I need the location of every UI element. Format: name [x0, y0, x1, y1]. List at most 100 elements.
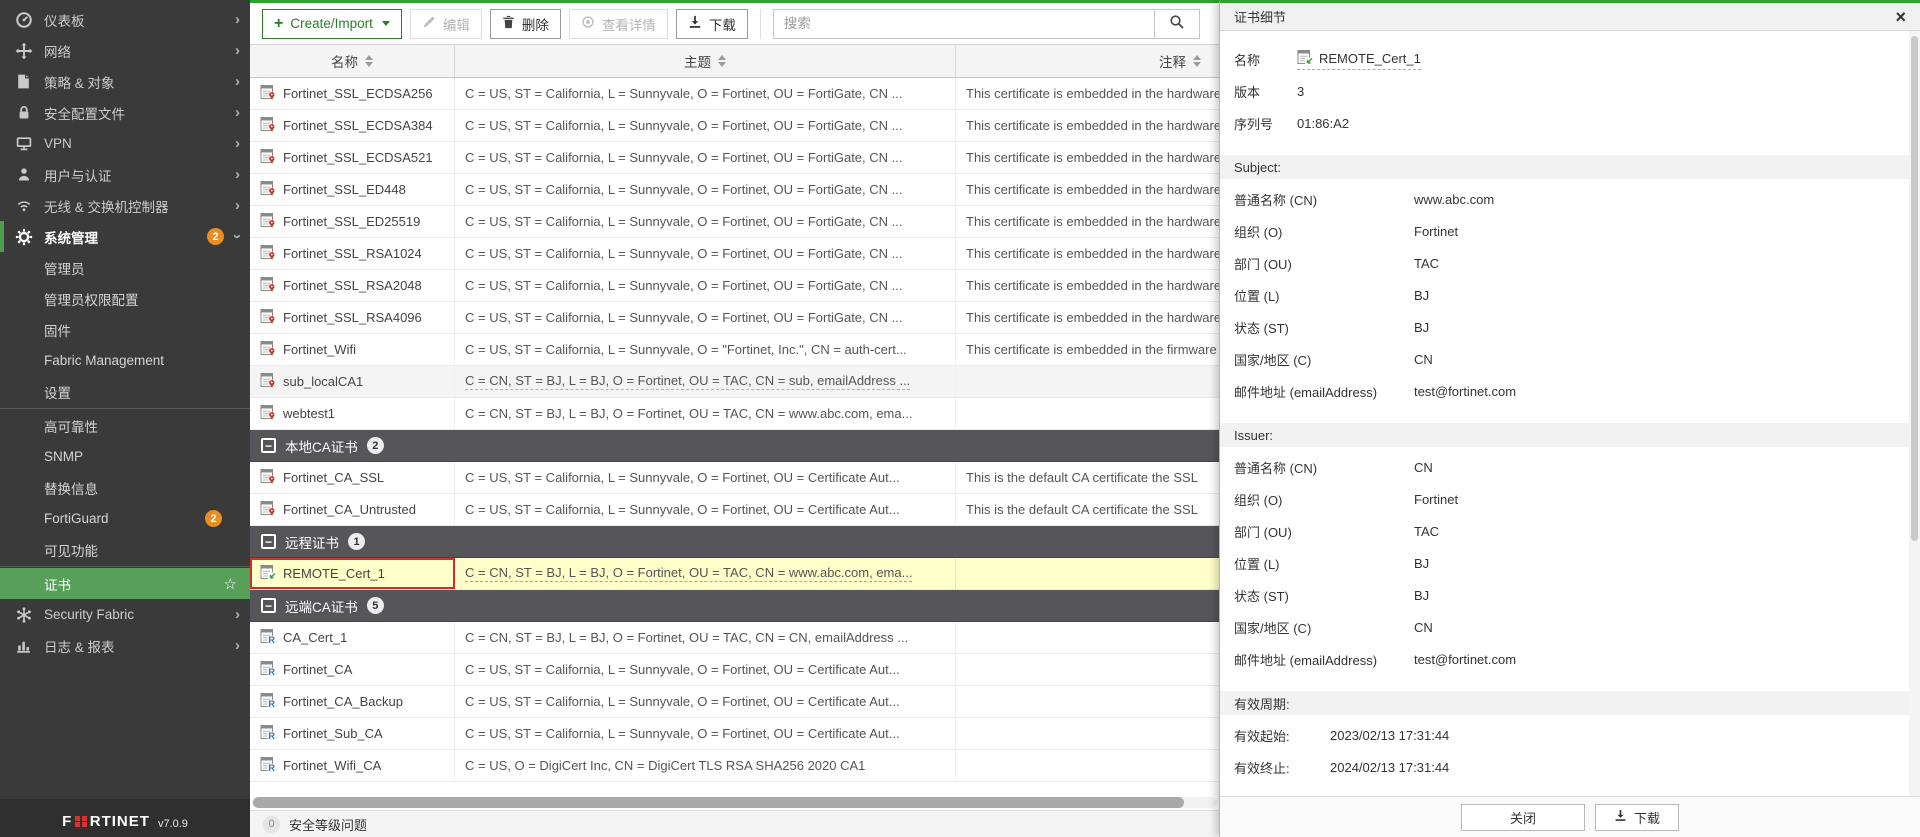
sidebar-item-可见功能[interactable]: 可见功能 — [0, 534, 250, 565]
sidebar-item-Fabric Management[interactable]: Fabric Management — [0, 345, 250, 376]
cert-subject-cell[interactable]: C = US, ST = California, L = Sunnyvale, … — [455, 302, 956, 333]
delete-button[interactable]: 删除 — [490, 9, 561, 39]
vertical-scrollbar[interactable] — [1909, 31, 1920, 796]
cert-subject-cell[interactable]: C = US, ST = California, L = Sunnyvale, … — [455, 462, 956, 493]
horizontal-scrollbar-thumb[interactable] — [253, 797, 1184, 808]
search-input[interactable] — [773, 9, 1155, 39]
cert-comment-cell[interactable] — [956, 750, 1219, 781]
cert-name-cell[interactable]: Fortinet_CA_Untrusted — [250, 494, 455, 525]
cert-comment-cell[interactable] — [956, 622, 1219, 653]
column-header-name[interactable]: 名称 — [250, 45, 455, 77]
cert-subject-cell[interactable]: C = US, ST = California, L = Sunnyvale, … — [455, 334, 956, 365]
collapse-minus-icon[interactable]: − — [261, 534, 276, 549]
collapse-minus-icon[interactable]: − — [261, 598, 276, 613]
sidebar-item-管理员权限配置[interactable]: 管理员权限配置 — [0, 283, 250, 314]
sidebar-item-系统管理[interactable]: 系统管理2› — [0, 221, 250, 252]
cert-comment-cell[interactable] — [956, 718, 1219, 749]
cert-name-cell[interactable]: Fortinet_Wifi — [250, 334, 455, 365]
cert-subject-cell[interactable]: C = CN, ST = BJ, L = BJ, O = Fortinet, O… — [455, 398, 956, 429]
security-rating-label[interactable]: 安全等级问题 — [289, 815, 367, 834]
cert-subject-cell[interactable]: C = US, ST = California, L = Sunnyvale, … — [455, 110, 956, 141]
cert-subject-cell[interactable]: C = US, O = DigiCert Inc, CN = DigiCert … — [455, 750, 956, 781]
view-details-button[interactable]: 查看详情 — [569, 9, 668, 39]
cert-name-cell[interactable]: Fortinet_SSL_RSA4096 — [250, 302, 455, 333]
cert-name-cell[interactable]: Fortinet_SSL_ED25519 — [250, 206, 455, 237]
table-row[interactable]: Fortinet_SSL_RSA4096C = US, ST = Califor… — [250, 302, 1219, 334]
column-header-subject[interactable]: 主题 — [455, 45, 956, 77]
table-row[interactable]: RCA_Cert_1C = CN, ST = BJ, L = BJ, O = F… — [250, 622, 1219, 654]
table-row[interactable]: Fortinet_WifiC = US, ST = California, L … — [250, 334, 1219, 366]
table-row[interactable]: webtest1C = CN, ST = BJ, L = BJ, O = For… — [250, 398, 1219, 430]
cert-subject-cell[interactable]: C = US, ST = California, L = Sunnyvale, … — [455, 686, 956, 717]
cert-subject-cell[interactable]: C = US, ST = California, L = Sunnyvale, … — [455, 78, 956, 109]
cert-comment-cell[interactable]: This certificate is embedded in the firm… — [956, 334, 1219, 365]
search-button[interactable] — [1154, 9, 1200, 39]
cert-name-cell[interactable]: REMOTE_Cert_1 — [250, 558, 455, 589]
cert-comment-cell[interactable] — [956, 398, 1219, 429]
collapse-minus-icon[interactable]: − — [261, 438, 276, 453]
sidebar-item-策略 & 对象[interactable]: 策略 & 对象› — [0, 66, 250, 97]
sidebar-item-无线 & 交换机控制器[interactable]: 无线 & 交换机控制器› — [0, 190, 250, 221]
cert-subject-cell[interactable]: C = CN, ST = BJ, L = BJ, O = Fortinet, O… — [455, 622, 956, 653]
table-section-row[interactable]: −远端CA证书5 — [250, 590, 1219, 622]
table-row[interactable]: Fortinet_SSL_RSA1024C = US, ST = Califor… — [250, 238, 1219, 270]
table-row[interactable]: REMOTE_Cert_1C = CN, ST = BJ, L = BJ, O … — [250, 558, 1219, 590]
table-section-row[interactable]: −本地CA证书2 — [250, 430, 1219, 462]
download-button[interactable]: 下载 — [676, 9, 748, 39]
favorite-star-icon[interactable]: ☆ — [224, 575, 237, 593]
sidebar-item-Security Fabric[interactable]: Security Fabric› — [0, 599, 250, 630]
cert-comment-cell[interactable]: This certificate is embedded in the hard… — [956, 238, 1219, 269]
cert-name-cell[interactable]: Fortinet_SSL_ECDSA521 — [250, 142, 455, 173]
cert-subject-cell[interactable]: C = US, ST = California, L = Sunnyvale, … — [455, 270, 956, 301]
cert-comment-cell[interactable] — [956, 654, 1219, 685]
cert-name-cell[interactable]: RCA_Cert_1 — [250, 622, 455, 653]
create-import-button[interactable]: + Create/Import — [262, 9, 402, 39]
cert-subject-cell[interactable]: C = US, ST = California, L = Sunnyvale, … — [455, 238, 956, 269]
sidebar-item-仪表板[interactable]: 仪表板› — [0, 4, 250, 35]
cert-comment-cell[interactable] — [956, 366, 1219, 397]
cert-comment-cell[interactable]: This certificate is embedded in the hard… — [956, 206, 1219, 237]
cert-name-cell[interactable]: Fortinet_SSL_RSA1024 — [250, 238, 455, 269]
sidebar-item-安全配置文件[interactable]: 安全配置文件› — [0, 97, 250, 128]
sidebar-item-网络[interactable]: 网络› — [0, 35, 250, 66]
sidebar-item-证书[interactable]: 证书☆ — [0, 568, 250, 599]
table-row[interactable]: Fortinet_SSL_ED448C = US, ST = Californi… — [250, 174, 1219, 206]
table-row[interactable]: RFortinet_Wifi_CAC = US, O = DigiCert In… — [250, 750, 1219, 782]
table-row[interactable]: Fortinet_SSL_ED25519C = US, ST = Califor… — [250, 206, 1219, 238]
table-row[interactable]: sub_localCA1C = CN, ST = BJ, L = BJ, O =… — [250, 366, 1219, 398]
sidebar-item-管理员[interactable]: 管理员 — [0, 252, 250, 283]
cert-subject-cell[interactable]: C = US, ST = California, L = Sunnyvale, … — [455, 718, 956, 749]
table-row[interactable]: Fortinet_SSL_ECDSA521C = US, ST = Califo… — [250, 142, 1219, 174]
table-row[interactable]: Fortinet_SSL_ECDSA384C = US, ST = Califo… — [250, 110, 1219, 142]
cert-subject-cell[interactable]: C = CN, ST = BJ, L = BJ, O = Fortinet, O… — [455, 558, 956, 589]
cert-comment-cell[interactable]: This certificate is embedded in the hard… — [956, 142, 1219, 173]
cert-name-cell[interactable]: Fortinet_CA_SSL — [250, 462, 455, 493]
close-button[interactable]: 关闭 — [1461, 804, 1585, 831]
cert-subject-cell[interactable]: C = US, ST = California, L = Sunnyvale, … — [455, 494, 956, 525]
horizontal-scrollbar[interactable] — [250, 795, 1219, 810]
sidebar-item-替换信息[interactable]: 替换信息 — [0, 472, 250, 503]
cert-name-cell[interactable]: RFortinet_Wifi_CA — [250, 750, 455, 781]
cert-name-cell[interactable]: Fortinet_SSL_RSA2048 — [250, 270, 455, 301]
table-row[interactable]: Fortinet_SSL_RSA2048C = US, ST = Califor… — [250, 270, 1219, 302]
close-icon[interactable]: × — [1895, 8, 1906, 26]
cert-comment-cell[interactable]: This certificate is embedded in the hard… — [956, 270, 1219, 301]
sidebar-item-SNMP[interactable]: SNMP — [0, 441, 250, 472]
sidebar-item-用户与认证[interactable]: 用户与认证› — [0, 159, 250, 190]
cert-name-cell[interactable]: RFortinet_CA_Backup — [250, 686, 455, 717]
cert-comment-cell[interactable]: This certificate is embedded in the hard… — [956, 302, 1219, 333]
cert-subject-cell[interactable]: C = US, ST = California, L = Sunnyvale, … — [455, 174, 956, 205]
cert-subject-cell[interactable]: C = US, ST = California, L = Sunnyvale, … — [455, 654, 956, 685]
cert-subject-cell[interactable]: C = CN, ST = BJ, L = BJ, O = Fortinet, O… — [455, 366, 956, 397]
cert-comment-cell[interactable]: This is the default CA certificate the S… — [956, 494, 1219, 525]
cert-comment-cell[interactable]: This certificate is embedded in the hard… — [956, 78, 1219, 109]
table-row[interactable]: RFortinet_CA_BackupC = US, ST = Californ… — [250, 686, 1219, 718]
table-row[interactable]: Fortinet_CA_UntrustedC = US, ST = Califo… — [250, 494, 1219, 526]
table-row[interactable]: RFortinet_CAC = US, ST = California, L =… — [250, 654, 1219, 686]
sidebar-item-设置[interactable]: 设置 — [0, 376, 250, 407]
cert-name-cell[interactable]: RFortinet_CA — [250, 654, 455, 685]
panel-download-button[interactable]: 下载 — [1595, 804, 1679, 831]
table-row[interactable]: Fortinet_SSL_ECDSA256C = US, ST = Califo… — [250, 78, 1219, 110]
table-row[interactable]: Fortinet_CA_SSLC = US, ST = California, … — [250, 462, 1219, 494]
cert-comment-cell[interactable] — [956, 558, 1219, 589]
